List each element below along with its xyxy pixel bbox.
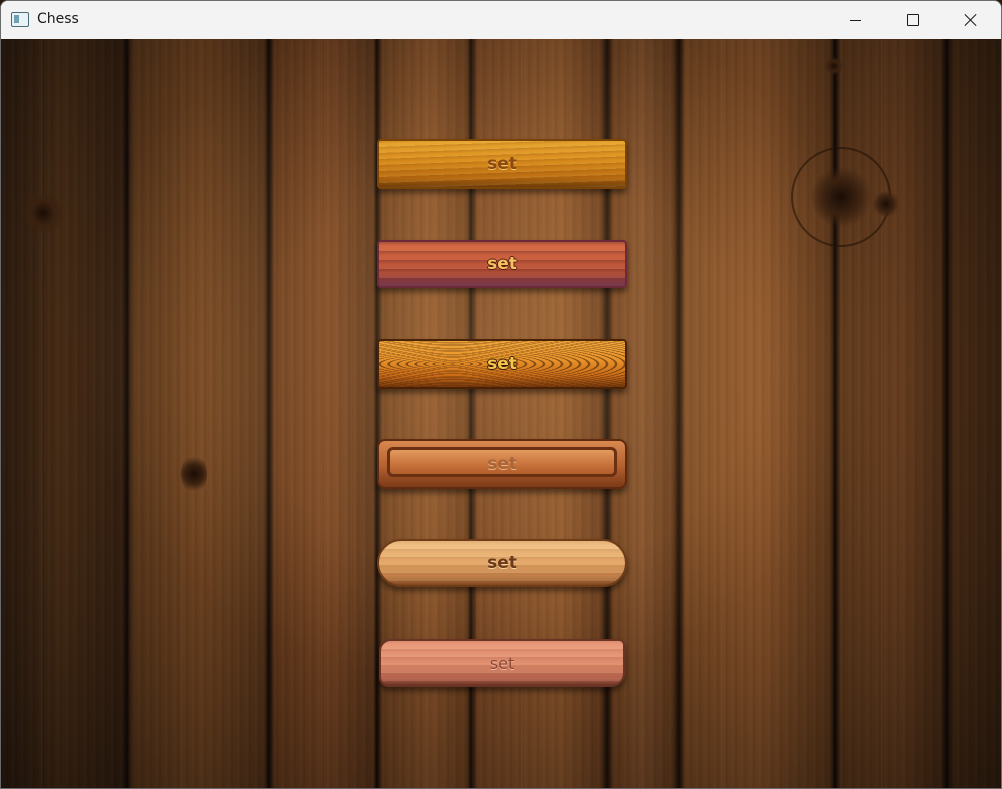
maximize-button[interactable]: [884, 1, 942, 39]
set-button-1[interactable]: set: [377, 139, 627, 189]
minimize-button[interactable]: [826, 1, 884, 39]
app-icon: [11, 12, 29, 27]
maximize-icon: [907, 14, 919, 26]
wood-grain: [881, 39, 882, 788]
set-button-3[interactable]: set: [377, 339, 627, 389]
set-button-2[interactable]: set: [377, 240, 627, 288]
set-button-4[interactable]: set: [377, 439, 627, 489]
wood-grain: [41, 39, 42, 788]
wood-knot: [23, 191, 63, 235]
set-button-label: set: [487, 254, 517, 274]
wood-knot: [181, 454, 207, 494]
close-icon: [964, 13, 978, 27]
close-button[interactable]: [942, 1, 1000, 39]
set-button-label: set: [489, 653, 515, 673]
wood-background: set set set set set set: [1, 39, 1001, 788]
set-button-label: set: [487, 553, 517, 573]
wood-grain: [721, 39, 722, 788]
title-bar[interactable]: Chess: [1, 1, 1001, 39]
wood-knot: [825, 57, 843, 75]
window-title: Chess: [37, 11, 79, 27]
set-button-label: set: [487, 354, 517, 374]
set-button-label: set: [487, 154, 517, 174]
minimize-icon: [849, 19, 861, 21]
wood-grain: [181, 39, 182, 788]
wood-grain: [321, 39, 322, 788]
set-button-5[interactable]: set: [377, 539, 627, 587]
app-window: Chess set set set set set set: [0, 0, 1002, 789]
wood-knot: [873, 191, 899, 217]
set-button-6[interactable]: set: [379, 639, 625, 687]
set-button-label: set: [487, 454, 517, 474]
